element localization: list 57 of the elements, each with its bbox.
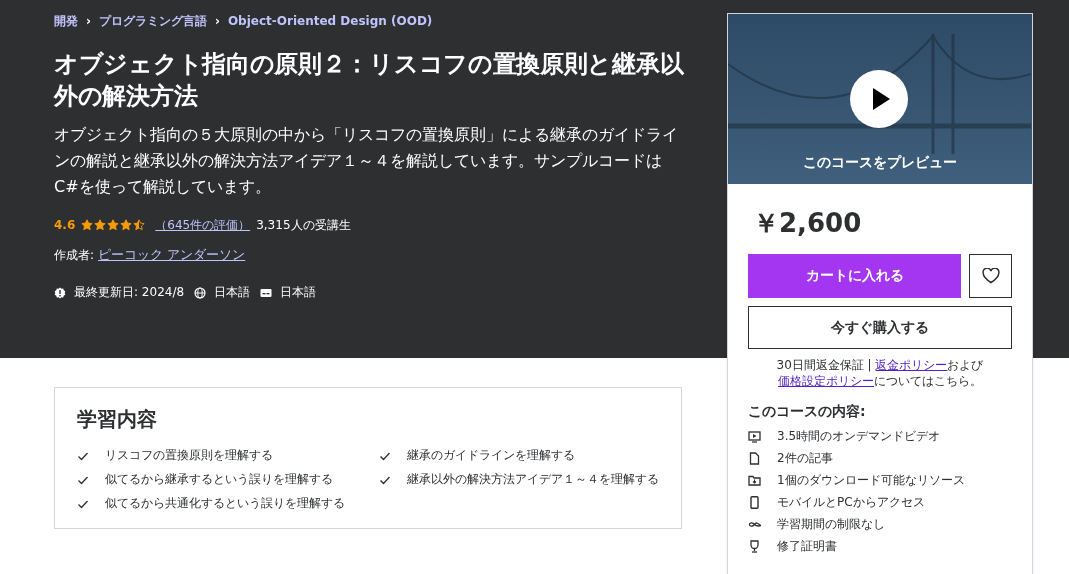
breadcrumb-link[interactable]: Object-Oriented Design (OOD)	[227, 14, 433, 28]
breadcrumb-link[interactable]: プログラミング言語	[98, 12, 207, 30]
course-price: ￥2,600	[753, 207, 863, 240]
star-icon	[94, 219, 107, 231]
globe-icon	[194, 286, 207, 299]
captions-icon	[260, 286, 273, 299]
learning-item: 似てるから継承するという誤りを理解する	[105, 471, 334, 488]
include-item: 2件の記事	[777, 449, 833, 467]
author-link[interactable]: ピーコック アンダーソン	[98, 246, 246, 264]
section-heading: 学習内容	[77, 406, 158, 433]
author-label: 作成者:	[54, 246, 95, 264]
guarantee-text: 30日間返金保証 | 返金ポリシーおよび 価格設定ポリシーについてはこちら。	[775, 357, 985, 389]
include-item: モバイルとPCからアクセス	[777, 493, 925, 511]
check-icon	[77, 474, 89, 486]
learning-item: 似てるから共通化するという誤りを理解する	[105, 495, 346, 512]
phone-icon	[748, 495, 761, 509]
breadcrumb-separator: ›	[86, 14, 91, 28]
alert-badge-icon	[54, 286, 66, 299]
check-icon	[379, 474, 391, 486]
star-icon	[107, 219, 120, 231]
breadcrumb-link[interactable]: 開発	[54, 12, 78, 30]
course-description: オブジェクト指向の５大原則の中から「リスコフの置換原則」による継承のガイドラインの解説と継承以外の解決方法アイデア１～４を解説しています。サンプルコードはC#を使って解説しています。	[54, 124, 679, 198]
policy-link[interactable]: 価格設定ポリシー	[778, 374, 874, 388]
include-item: 1個のダウンロード可能なリソース	[777, 471, 965, 489]
learning-item: リスコフの置換原則を理解する	[105, 447, 274, 464]
meta-text: 日本語	[280, 284, 317, 301]
policy-link[interactable]: 返金ポリシー	[875, 358, 948, 372]
check-icon	[379, 450, 391, 462]
course-title: オブジェクト指向の原則２：リスコフの置換原則と継承以外の解決方法	[54, 49, 684, 112]
play-icon	[850, 70, 908, 128]
star-icon	[81, 219, 94, 231]
meta-text: 日本語	[214, 284, 251, 301]
star-icon	[133, 219, 146, 231]
include-item: 3.5時間のオンデマンドビデオ	[777, 427, 941, 445]
breadcrumb-separator: ›	[214, 14, 220, 28]
meta-text: 最終更新日: 2024/8	[74, 284, 185, 301]
folder-icon	[748, 473, 761, 487]
check-icon	[77, 498, 89, 510]
include-item: 修了証明書	[777, 537, 837, 555]
wishlist-button[interactable]	[969, 254, 1012, 298]
includes-heading: このコースの内容:	[748, 403, 867, 421]
learning-item: 継承のガイドラインを理解する	[407, 447, 576, 464]
reviews-link[interactable]: （645件の評価）	[155, 216, 251, 234]
check-icon	[77, 450, 89, 462]
video-icon	[748, 429, 761, 443]
document-icon	[748, 451, 761, 465]
heart-icon	[981, 268, 1000, 284]
preview-label: このコースをプレビュー	[803, 154, 957, 172]
star-icon	[120, 219, 133, 231]
student-count: 3,315人の受講生	[256, 216, 351, 234]
preview-image[interactable]: このコースをプレビュー	[728, 14, 1032, 184]
rating-score: 4.6	[54, 218, 76, 232]
trophy-icon	[748, 539, 761, 553]
include-item: 学習期間の制限なし	[777, 515, 885, 533]
add-to-cart-button[interactable]: カートに入れる	[748, 254, 961, 298]
learning-item: 継承以外の解決方法アイデア１～４を理解する	[407, 471, 659, 488]
buy-now-button[interactable]: 今すぐ購入する	[748, 306, 1012, 349]
